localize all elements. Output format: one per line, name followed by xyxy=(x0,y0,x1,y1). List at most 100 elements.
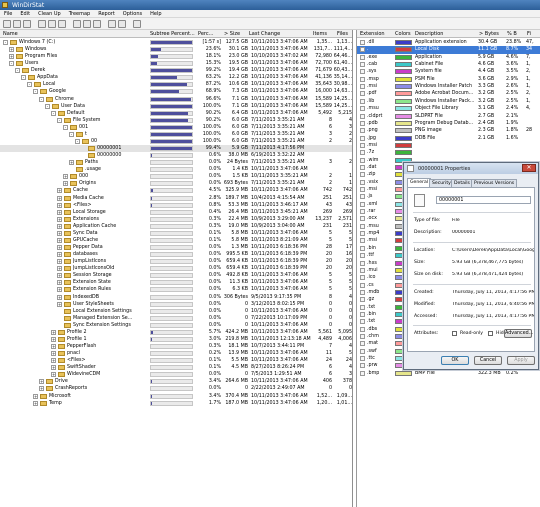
tab-details[interactable]: Details xyxy=(451,179,473,187)
extension-row[interactable]: .png PNG image 2.3 GB 1.8% 28 xyxy=(357,127,540,134)
expand-toggle-icon[interactable]: + xyxy=(51,329,56,335)
hidden-checkbox[interactable] xyxy=(488,331,493,336)
tree-row[interactable]: + Origins 0.0% 693 Bytes 7/11/2013 3:35:21 A… xyxy=(0,180,352,187)
menu-clean-up[interactable]: Clean Up xyxy=(34,10,65,17)
extension-row[interactable]: .dll Application extension 30.4 GB 23.8% 47, xyxy=(357,39,540,46)
dialog-title-bar[interactable]: 00000001 Properties ✕ xyxy=(404,163,538,174)
expand-toggle-icon[interactable]: + xyxy=(57,301,62,307)
tree-row[interactable]: +000 0.0% 1.5 KB 10/11/2013 3:35:21 AM 2 1 xyxy=(0,173,352,180)
expand-toggle-icon[interactable]: + xyxy=(57,216,62,222)
collapse-toggle-icon[interactable]: - xyxy=(45,103,50,109)
expand-toggle-icon[interactable]: + xyxy=(57,245,62,251)
collapse-toggle-icon[interactable]: - xyxy=(57,117,62,123)
expand-toggle-icon[interactable]: + xyxy=(51,351,56,357)
col-size-header[interactable]: > Size xyxy=(224,31,240,37)
tree-row[interactable]: 00000001 99.4% 5.9 GB 7/11/2013 4:17:56 PM xyxy=(0,145,352,153)
col-extension-header[interactable]: Extension xyxy=(360,31,385,37)
tree-row[interactable]: + Media Cache 2.8% 189.7 MB 10/4/2013 4:15:5… xyxy=(0,195,352,202)
collapse-toggle-icon[interactable]: - xyxy=(75,138,80,144)
collapse-toggle-icon[interactable]: - xyxy=(39,96,44,102)
tree-row[interactable]: + CrashReports 0.0% 0 2/22/2013 2:49:07 AM 0 0 xyxy=(0,385,352,392)
extension-row[interactable]: .msu Object File Library 3.1 GB 2.4% 4, xyxy=(357,105,540,112)
expand-toggle-icon[interactable]: + xyxy=(9,54,14,60)
properties-icon[interactable] xyxy=(93,20,101,28)
tree-row[interactable]: .usage 0.0% 1.4 KB 10/11/2013 3:47:06 AM xyxy=(0,166,352,173)
tree-row[interactable]: + Profile 1 3.0% 219.8 MB 10/11/2013 12:13:1… xyxy=(0,336,352,343)
expand-toggle-icon[interactable]: + xyxy=(57,223,62,229)
tree-row[interactable]: + Temp 1.7% 187.0 MB 10/11/2013 3:47:06 AM 1,… xyxy=(0,400,352,407)
tree-row[interactable]: - User Data 100.0% 7.1 GB 10/11/2013 3:47:06… xyxy=(0,103,352,110)
expand-toggle-icon[interactable]: + xyxy=(63,174,68,180)
tree-row[interactable]: + Microsoft 3.4% 370.4 MB 10/11/2013 3:47:06… xyxy=(0,393,352,400)
tree-row[interactable]: + Profile 2 5.7% 424.2 MB 10/11/2013 3:47:06… xyxy=(0,329,352,336)
expand-toggle-icon[interactable]: + xyxy=(57,230,62,236)
collapse-toggle-icon[interactable]: - xyxy=(15,68,20,74)
expand-toggle-icon[interactable]: + xyxy=(39,386,44,392)
expand-toggle-icon[interactable]: + xyxy=(57,273,62,279)
tree-row[interactable]: - Local 87.2% 10.6 GB 10/11/2013 3:47:06 AM 3… xyxy=(0,81,352,88)
expand-toggle-icon[interactable]: + xyxy=(57,209,62,215)
extension-row[interactable]: .pdb Program Debug Datab... 2.4 GB 1.9% xyxy=(357,120,540,127)
expand-toggle-icon[interactable]: + xyxy=(51,336,56,342)
collapse-toggle-icon[interactable]: - xyxy=(51,110,56,116)
delete-icon[interactable] xyxy=(83,20,91,28)
tree-row[interactable]: + Extension Rules 0.0% 6.3 KB 10/11/2013 3:4… xyxy=(0,286,352,293)
tree-row[interactable]: + PepperFlash 0.3% 18.1 MB 10/7/2013 3:44:11… xyxy=(0,343,352,350)
collapse-toggle-icon[interactable]: - xyxy=(9,61,14,67)
col-subtree-header[interactable]: Subtree Percent... xyxy=(150,31,195,37)
tree-row[interactable]: + User StyleSheets 0.0% 0 3/12/2013 8:02:15 … xyxy=(0,301,352,308)
zoom-in-icon[interactable] xyxy=(108,20,116,28)
tree-row[interactable]: 00000000 0.6% 38.0 MB 6/19/2013 3:32:22 AM xyxy=(0,152,352,159)
extension-row[interactable]: .jpg DDB File 2.1 GB 1.6% xyxy=(357,135,540,142)
tree-row[interactable]: - Users 15.3% 19.5 GB 10/11/2013 3:47:06 AM 7… xyxy=(0,60,352,67)
tree-row[interactable]: + Extension State 0.0% 11.3 KB 10/11/2013 3:… xyxy=(0,279,352,286)
col-percent-header[interactable]: Perc... xyxy=(198,31,213,37)
tree-row[interactable]: + Local Storage 0.4% 26.4 MB 10/11/2013 3:45… xyxy=(0,209,352,216)
tree-row[interactable]: Local Extension Settings 0.0% 0 10/11/2013 … xyxy=(0,308,352,315)
expand-toggle-icon[interactable]: + xyxy=(57,252,62,258)
expand-toggle-icon[interactable]: + xyxy=(51,344,56,349)
col-files-header[interactable]: Files xyxy=(337,31,348,37)
apply-button[interactable]: Apply xyxy=(507,356,535,365)
col-bytes-header[interactable]: > Bytes xyxy=(479,31,499,37)
file-name-field[interactable]: 00000001 xyxy=(436,196,531,204)
expand-toggle-icon[interactable]: + xyxy=(39,379,44,385)
extension-row[interactable]: .sys System file 4.4 GB 3.5% 2, xyxy=(357,68,540,75)
col-last-change-header[interactable]: Last Change xyxy=(249,31,280,37)
tree-row[interactable]: + Paths 0.0% 24 Bytes 7/11/2013 3:35:21 AM 3 2 xyxy=(0,159,352,166)
refresh-icon[interactable] xyxy=(23,20,31,28)
tree-row[interactable]: - AppData 63.2% 12.2 GB 10/11/2013 3:47:06 A… xyxy=(0,74,352,81)
tree-row[interactable]: + Program Files 18.1% 23.0 GB 10/10/2013 3:4… xyxy=(0,53,352,60)
col-files-header[interactable]: Fi xyxy=(527,31,531,37)
ok-button[interactable]: OK xyxy=(441,356,469,365)
tree-row[interactable]: + Application Cache 0.3% 19.0 MB 10/9/2013 3… xyxy=(0,223,352,230)
tree-row[interactable]: Managed Extension Se... 0.0% 0 7/22/2013 10… xyxy=(0,315,352,322)
collapse-toggle-icon[interactable]: - xyxy=(63,124,68,130)
tree-row[interactable]: + JumpListIconsOld 0.0% 659.4 KB 10/11/2013 … xyxy=(0,265,352,272)
expand-toggle-icon[interactable]: + xyxy=(57,280,62,286)
tree-row[interactable]: - File System 90.2% 6.0 GB 7/11/2013 3:35:21… xyxy=(0,117,352,124)
menu-treemap[interactable]: Treemap xyxy=(65,10,95,17)
tree-row[interactable]: + Cache 4.5% 325.9 MB 10/11/2013 3:47:06 AM 7… xyxy=(0,187,352,194)
tree-row[interactable]: + databases 0.0% 995.5 KB 10/11/2013 6:18:39… xyxy=(0,251,352,258)
tree-row[interactable]: + JumpListIcons 0.0% 659.4 KB 10/11/2013 6:1… xyxy=(0,258,352,265)
tree-row[interactable]: + SwiftShader 0.1% 4.5 MB 8/27/2013 8:26:24 … xyxy=(0,364,352,371)
extension-row[interactable]: .pdf Adobe Acrobat Docum... 3.2 GB 2.5% 2, xyxy=(357,90,540,97)
expand-toggle-icon[interactable]: + xyxy=(51,358,56,364)
menu-edit[interactable]: Edit xyxy=(16,10,34,17)
tree-row[interactable]: - Google 68.9% 7.3 GB 10/11/2013 3:47:06 AM 1… xyxy=(0,88,352,95)
tab-general[interactable]: General xyxy=(407,178,432,187)
expand-toggle-icon[interactable]: + xyxy=(57,266,62,272)
expand-toggle-icon[interactable]: + xyxy=(57,287,62,293)
expand-toggle-icon[interactable]: + xyxy=(63,181,68,187)
cancel-button[interactable]: Cancel xyxy=(474,356,502,365)
collapse-toggle-icon[interactable]: - xyxy=(69,131,74,137)
help-icon[interactable] xyxy=(133,20,141,28)
col-percent-bytes-header[interactable]: % B xyxy=(507,31,517,37)
tree-row[interactable]: + <Files> 0.8% 53.3 MB 10/11/2013 3:46:17 AM… xyxy=(0,202,352,209)
open-icon[interactable] xyxy=(3,20,11,28)
expand-toggle-icon[interactable]: + xyxy=(33,393,38,399)
col-colors-header[interactable]: Colors xyxy=(395,31,411,37)
tree-row[interactable]: + <Files> 0.1% 5.5 MB 10/11/2013 3:47:06 AM 2… xyxy=(0,357,352,364)
tree-row[interactable]: + WidevineCDM 0.0% 0 7/5/2013 1:29:51 AM 6 3 xyxy=(0,371,352,378)
